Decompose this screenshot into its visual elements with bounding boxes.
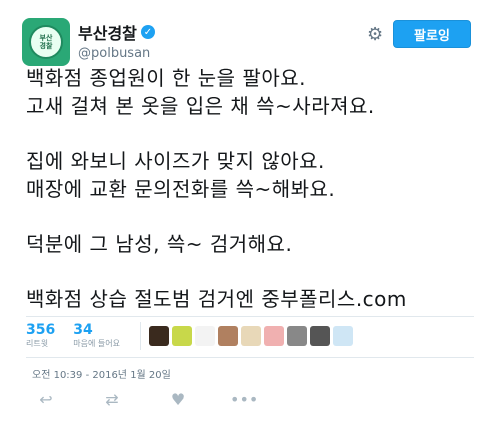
divider xyxy=(26,316,474,317)
avatar-text-top: 부산 xyxy=(39,34,53,42)
display-name[interactable]: 부산경찰 ✓ xyxy=(78,20,155,44)
retweet-count[interactable]: 356 xyxy=(26,322,55,338)
liker-avatar[interactable] xyxy=(286,326,307,346)
liker-avatar[interactable] xyxy=(194,326,215,346)
avatar-text-bottom: 경찰 xyxy=(39,42,53,50)
liker-avatar[interactable] xyxy=(217,326,238,346)
tweet-stats: 356 리트윗 34 마음에 들어요 xyxy=(26,320,474,352)
follow-button[interactable]: 팔로잉 xyxy=(393,20,471,48)
timestamp[interactable]: 오전 10:39 - 2016년 1월 20일 xyxy=(32,366,171,381)
verified-icon: ✓ xyxy=(140,25,155,39)
retweet-label: 리트윗 xyxy=(26,339,49,348)
more-icon[interactable]: ••• xyxy=(230,390,258,409)
tweet-line: 집에 와보니 사이즈가 맞지 않아요. xyxy=(26,149,325,173)
tweet-actions: ↩ ⇄ ♥ ••• xyxy=(32,390,258,409)
avatar-logo: 부산 경찰 xyxy=(29,25,63,59)
gear-icon[interactable]: ⚙ xyxy=(367,24,383,45)
liker-avatar[interactable] xyxy=(148,326,169,346)
like-count[interactable]: 34 xyxy=(73,322,120,338)
like-stat[interactable]: 34 마음에 들어요 xyxy=(73,322,120,350)
user-info: 부산경찰 ✓ @polbusan xyxy=(78,20,155,61)
like-icon[interactable]: ♥ xyxy=(164,390,192,409)
liker-avatars xyxy=(148,326,353,346)
reply-icon[interactable]: ↩ xyxy=(32,390,60,409)
like-label: 마음에 들어요 xyxy=(73,339,120,348)
retweet-icon[interactable]: ⇄ xyxy=(98,390,126,409)
liker-avatar[interactable] xyxy=(309,326,330,346)
user-handle[interactable]: @polbusan xyxy=(78,46,155,61)
tweet-line: 백화점 종업원이 한 눈을 팔아요. xyxy=(26,66,306,90)
avatar[interactable]: 부산 경찰 xyxy=(22,18,70,66)
display-name-text[interactable]: 부산경찰 xyxy=(78,20,137,44)
tweet-line: 고새 걸쳐 본 옷을 입은 채 쓱~사라져요. xyxy=(26,94,375,118)
stats-divider xyxy=(139,322,141,350)
retweet-stat[interactable]: 356 리트윗 xyxy=(26,322,55,350)
tweet-line: 덕분에 그 남성, 쓱~ 검거해요. xyxy=(26,232,293,256)
liker-avatar[interactable] xyxy=(263,326,284,346)
liker-avatar[interactable] xyxy=(171,326,192,346)
tweet-text: 백화점 종업원이 한 눈을 팔아요. 고새 걸쳐 본 옷을 입은 채 쓱~사라져… xyxy=(26,64,486,313)
liker-avatar[interactable] xyxy=(240,326,261,346)
divider xyxy=(26,357,474,358)
tweet-line: 매장에 교환 문의전화를 쓱~해봐요. xyxy=(26,177,336,201)
liker-avatar[interactable] xyxy=(332,326,353,346)
tweet-line: 백화점 상습 절도범 검거엔 중부폴리스.com xyxy=(26,287,407,311)
